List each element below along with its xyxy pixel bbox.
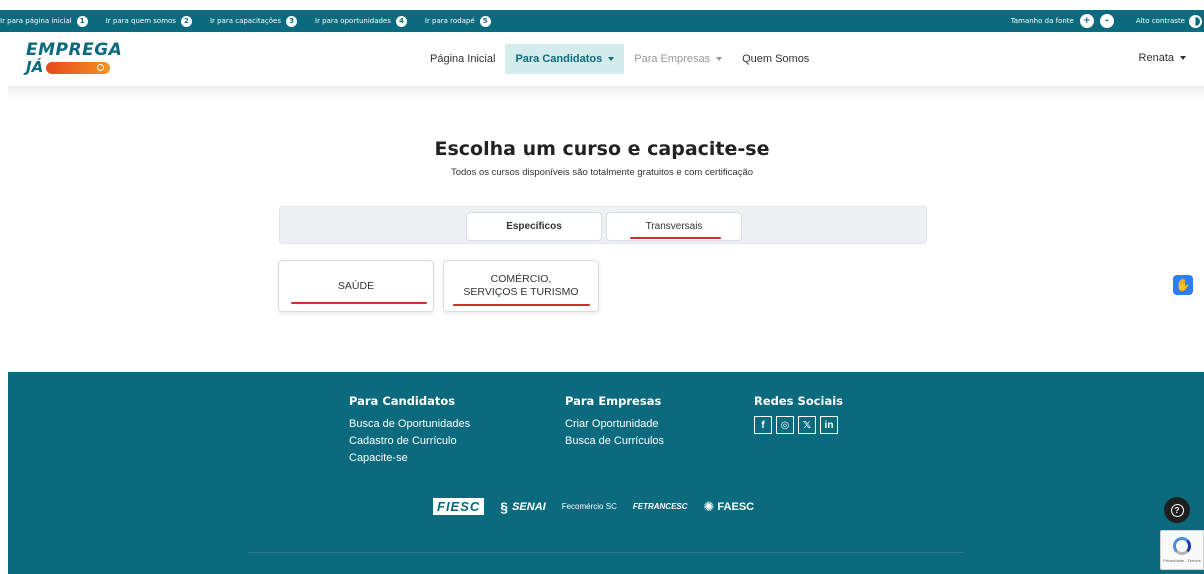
tab-annotation-underline: [630, 237, 721, 239]
footer-link-busca-oportunidades[interactable]: Busca de Oportunidades: [349, 416, 470, 433]
category-label-line1: COMÉRCIO,: [490, 273, 552, 285]
font-decrease-button[interactable]: -: [1099, 14, 1114, 28]
skip-link-label: Ir para quem somos: [105, 17, 176, 25]
nav-about[interactable]: Quem Somos: [732, 44, 819, 74]
emprega-ja-logo[interactable]: EMPREGA JÁ: [26, 40, 123, 76]
chevron-down-icon: [1180, 56, 1186, 60]
site-footer: Para Candidatos Busca de Oportunidades C…: [8, 372, 1204, 574]
chevron-down-icon: [716, 57, 723, 61]
skip-number-badge: 5: [479, 15, 491, 27]
instagram-icon[interactable]: ◎: [776, 416, 794, 434]
user-menu[interactable]: Renata: [1139, 52, 1186, 64]
user-name: Renata: [1138, 52, 1174, 64]
fiesc-logo: FIESC: [433, 498, 485, 515]
skip-link-label: Ir para rodapé: [424, 17, 475, 25]
high-contrast-toggle[interactable]: Alto contraste: [1135, 14, 1202, 28]
nav-candidates[interactable]: Para Candidatos: [505, 44, 625, 74]
wheat-icon: ✺: [703, 498, 715, 514]
recaptcha-badge[interactable]: Privacidade - Termos: [1160, 530, 1204, 570]
tab-label: Transversais: [645, 221, 703, 232]
course-type-tabs: Específicos Transversais: [279, 206, 927, 244]
recaptcha-privacy-text: Privacidade - Termos: [1163, 558, 1201, 563]
footer-companies-column: Para Empresas Criar Oportunidade Busca d…: [565, 394, 664, 450]
skip-link-label: Ir para oportunidades: [315, 17, 391, 25]
accessibility-bar: Ir para página inicial 1 Ir para quem so…: [0, 10, 1204, 32]
logo-text-bottom: JÁ: [26, 58, 44, 76]
senai-mark-icon: §: [500, 498, 509, 515]
nav-label: Para Empresas: [634, 53, 711, 65]
skip-link-about[interactable]: Ir para quem somos 2: [105, 15, 192, 27]
contrast-label: Alto contraste: [1135, 17, 1185, 25]
senai-logo: § SENAI: [500, 499, 545, 515]
accessibility-controls: Tamanho da fonte + - Alto contraste: [1011, 14, 1204, 28]
footer-heading: Para Candidatos: [349, 394, 456, 408]
nav-label: Quem Somos: [742, 53, 810, 65]
skip-link-home[interactable]: Ir para página inicial 1: [0, 15, 88, 27]
footer-heading: Para Empresas: [565, 394, 662, 408]
skip-number-badge: 1: [76, 15, 88, 27]
font-size-label: Tamanho da fonte: [1010, 17, 1074, 25]
skip-link-opportunities[interactable]: Ir para oportunidades 4: [315, 15, 407, 27]
skip-number-badge: 2: [180, 15, 192, 27]
skip-links: Ir para página inicial 1 Ir para quem so…: [0, 15, 509, 27]
category-label: SAÚDE: [337, 279, 375, 292]
skip-link-label: Ir para capacitações: [209, 17, 282, 25]
logo-bottom-row: JÁ: [26, 60, 110, 75]
tab-label: Específicos: [506, 221, 562, 232]
skip-link-label: Ir para página inicial: [0, 17, 72, 25]
footer-link-capacite-se[interactable]: Capacite-se: [349, 450, 470, 467]
footer-candidates-column: Para Candidatos Busca de Oportunidades C…: [349, 394, 470, 467]
page-subtitle: Todos os cursos disponíveis são totalmen…: [450, 167, 754, 178]
question-icon: ?: [1170, 503, 1184, 517]
category-label-line2: SERVIÇOS E TURISMO: [463, 286, 579, 298]
contrast-icon: [1189, 14, 1202, 28]
fetrancesc-logo: FETRANCESC: [632, 502, 688, 511]
recaptcha-icon: [1173, 537, 1191, 555]
nav-companies[interactable]: Para Empresas: [624, 44, 732, 74]
nav-home[interactable]: Página Inicial: [420, 44, 505, 74]
linkedin-icon[interactable]: in: [820, 416, 838, 434]
nav-label: Para Candidatos: [515, 53, 603, 65]
magnifier-icon: [97, 63, 104, 71]
help-button[interactable]: ?: [1164, 497, 1190, 523]
main-nav: Página Inicial Para Candidatos Para Empr…: [420, 44, 819, 74]
sign-language-icon[interactable]: ✋: [1173, 275, 1193, 295]
skip-link-footer[interactable]: Ir para rodapé 5: [424, 15, 491, 27]
partner-logos: FIESC § SENAI Fecomércio SC FETRANCESC ✺…: [433, 498, 754, 515]
footer-link-cadastro-curriculo[interactable]: Cadastro de Currículo: [349, 433, 470, 450]
chevron-down-icon: [608, 57, 615, 61]
nav-label: Página Inicial: [430, 53, 496, 65]
font-size-control: Tamanho da fonte + -: [1011, 14, 1114, 28]
faesc-logo: ✺ FAESC: [704, 499, 755, 515]
font-increase-button[interactable]: +: [1079, 14, 1094, 28]
skip-number-badge: 3: [286, 15, 298, 27]
facebook-icon[interactable]: f: [754, 416, 772, 434]
footer-heading: Redes Sociais: [754, 394, 844, 408]
header-shadow: [8, 86, 1204, 100]
logo-search-bar: [46, 61, 110, 74]
footer-link-busca-curriculos[interactable]: Busca de Currículos: [565, 433, 664, 450]
skip-number-badge: 4: [395, 15, 407, 27]
footer-social-column: Redes Sociais f ◎ 𝕏 in: [754, 394, 843, 434]
category-annotation-underline: [453, 304, 590, 306]
faesc-logo-text: FAESC: [717, 500, 755, 513]
skip-link-training[interactable]: Ir para capacitações 3: [209, 15, 298, 27]
tab-especificos[interactable]: Específicos: [466, 212, 602, 241]
fecomercio-logo: Fecomércio SC: [561, 502, 617, 511]
logo-text-top: EMPREGA: [26, 40, 123, 60]
category-annotation-underline: [291, 302, 427, 304]
social-icons: f ◎ 𝕏 in: [754, 416, 843, 434]
x-twitter-icon[interactable]: 𝕏: [798, 416, 816, 434]
footer-divider: [248, 552, 964, 553]
footer-link-criar-oportunidade[interactable]: Criar Oportunidade: [565, 416, 664, 433]
senai-logo-text: SENAI: [512, 500, 546, 513]
page-title: Escolha um curso e capacite-se: [434, 138, 770, 160]
category-card-saude[interactable]: SAÚDE: [278, 260, 434, 312]
